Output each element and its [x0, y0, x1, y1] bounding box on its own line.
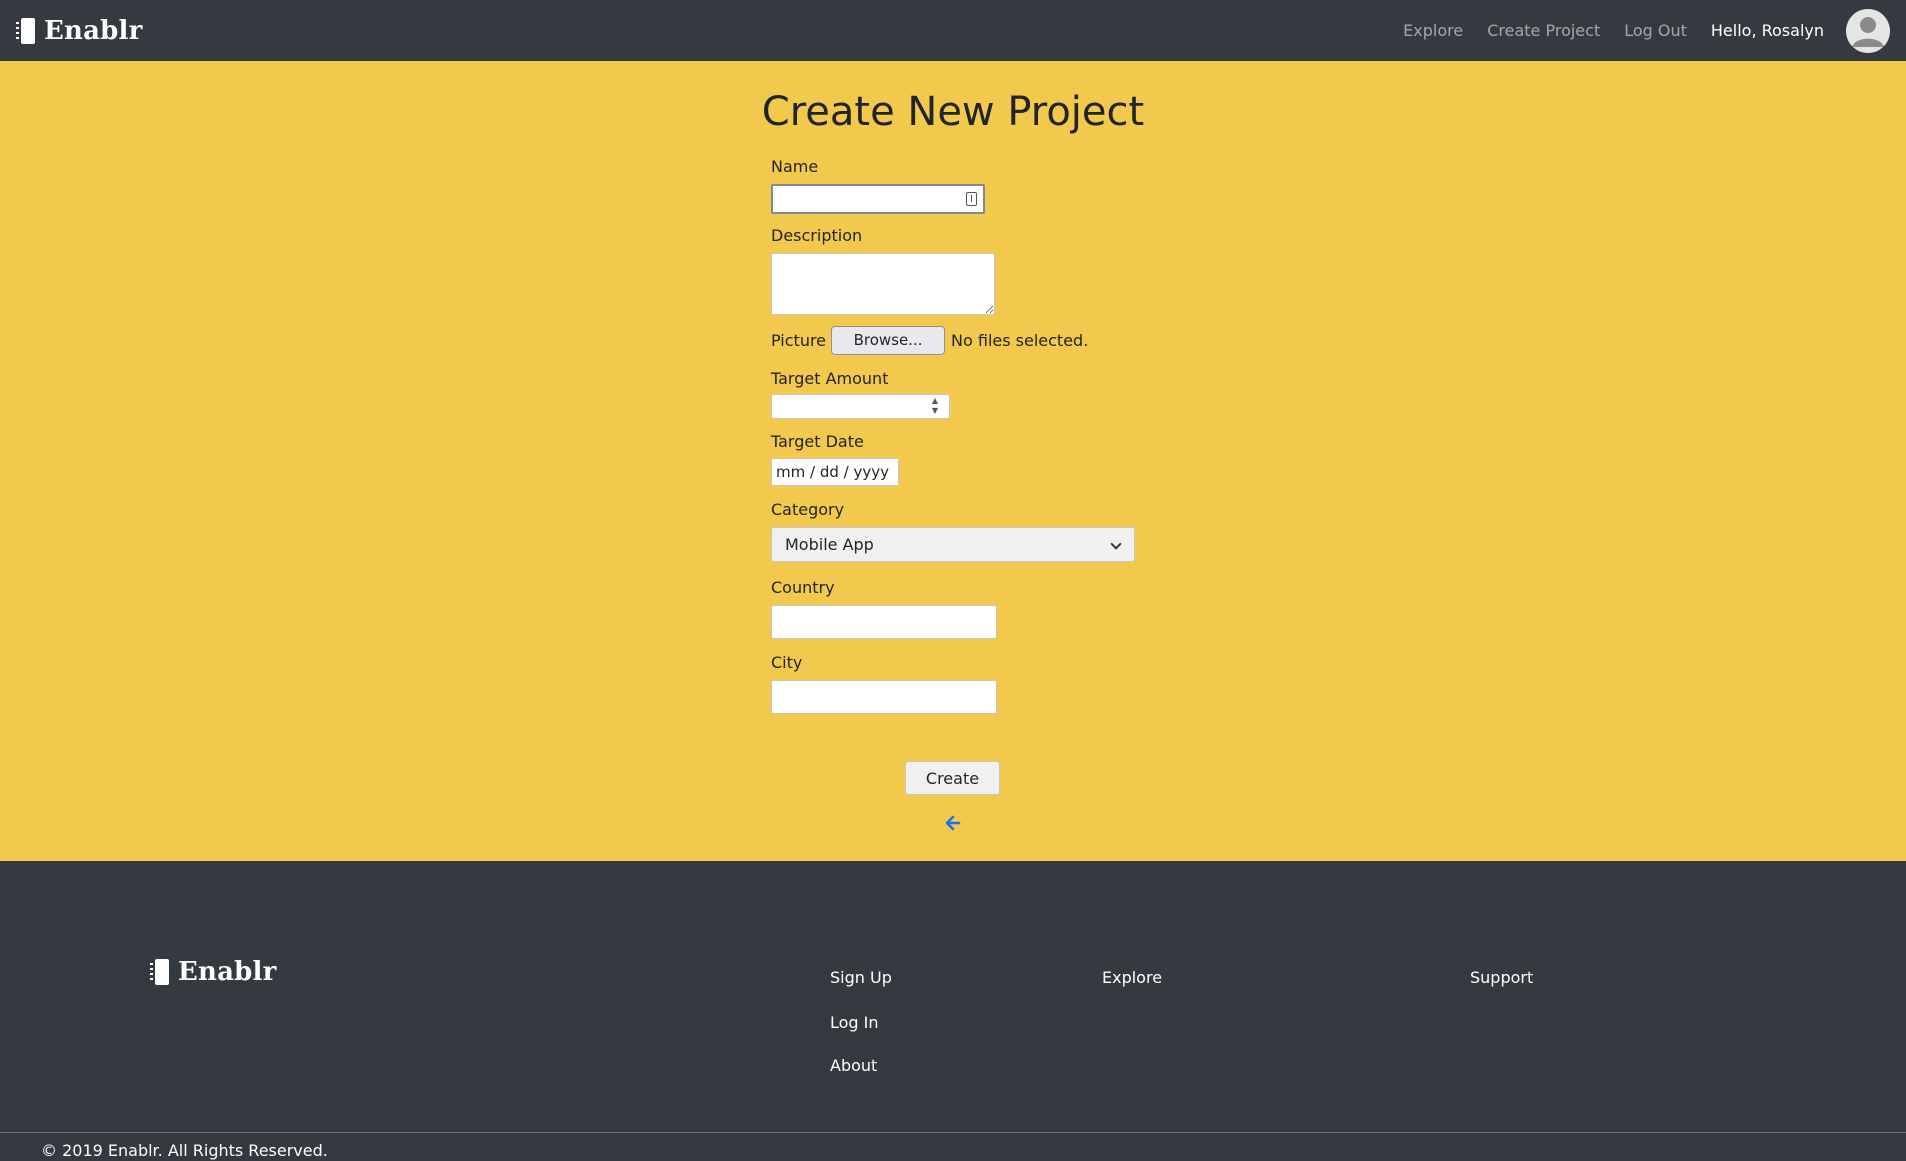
- user-icon: [1846, 8, 1890, 53]
- target-date-input[interactable]: mm / dd / yyyy: [771, 458, 899, 486]
- main-content: Create New Project Name Description Pict…: [0, 61, 1906, 861]
- country-input[interactable]: [771, 605, 997, 639]
- category-selected-value: Mobile App: [785, 535, 874, 554]
- footer-brand-name: Enablr: [178, 957, 277, 987]
- footer-divider: [0, 1132, 1906, 1133]
- brand-name: Enablr: [44, 16, 143, 46]
- picture-label: Picture: [771, 330, 827, 350]
- create-button[interactable]: Create: [905, 761, 1000, 795]
- page-title: Create New Project: [761, 89, 1145, 135]
- target-amount-label: Target Amount: [771, 369, 889, 388]
- nav-links: Explore Create Project Log Out Hello, Ro…: [1403, 0, 1906, 61]
- spin-down-icon[interactable]: ▼: [929, 406, 941, 416]
- country-label: Country: [771, 578, 835, 597]
- phone-chip-icon: [150, 959, 169, 985]
- password-manager-icon[interactable]: [966, 192, 977, 206]
- city-label: City: [771, 653, 803, 672]
- nav-link-explore[interactable]: Explore: [1403, 21, 1463, 40]
- target-date-label: Target Date: [771, 432, 864, 451]
- footer: Enablr Sign Up Log In About Explore Supp…: [0, 861, 1906, 1161]
- no-files-text: No files selected.: [951, 330, 1089, 350]
- name-label: Name: [771, 157, 819, 176]
- spin-up-icon[interactable]: ▲: [929, 396, 941, 406]
- city-input[interactable]: [771, 680, 997, 714]
- avatar[interactable]: [1846, 8, 1890, 53]
- phone-chip-icon: [16, 18, 35, 44]
- footer-brand-logo[interactable]: Enablr: [148, 957, 277, 987]
- user-greeting: Hello, Rosalyn: [1710, 21, 1824, 40]
- nav-link-create-project[interactable]: Create Project: [1487, 21, 1600, 40]
- copyright-text: © 2019 Enablr. All Rights Reserved.: [41, 1141, 328, 1160]
- footer-link-about[interactable]: About: [830, 1056, 877, 1075]
- description-textarea[interactable]: [771, 253, 995, 315]
- footer-link-support[interactable]: Support: [1470, 968, 1533, 987]
- nav-link-log-out[interactable]: Log Out: [1624, 21, 1687, 40]
- target-amount-input[interactable]: ▲ ▼: [771, 394, 950, 419]
- category-select[interactable]: Mobile App: [771, 527, 1135, 562]
- name-field-wrapper: [771, 184, 985, 214]
- browse-button[interactable]: Browse...: [831, 325, 946, 355]
- description-label: Description: [771, 226, 863, 245]
- brand-logo[interactable]: Enablr: [14, 13, 143, 49]
- picture-row: Picture Browse... No files selected.: [771, 325, 1141, 355]
- chevron-down-icon: [1110, 538, 1122, 550]
- category-label: Category: [771, 500, 845, 519]
- footer-link-log-in[interactable]: Log In: [830, 1013, 879, 1032]
- arrow-left-icon[interactable]: [943, 813, 963, 833]
- number-spinner[interactable]: ▲ ▼: [929, 396, 941, 417]
- create-project-form: Name Description Picture Browse... No fi…: [771, 157, 1141, 714]
- footer-link-sign-up[interactable]: Sign Up: [830, 968, 892, 987]
- name-input[interactable]: [771, 184, 985, 214]
- footer-link-explore[interactable]: Explore: [1102, 968, 1162, 987]
- navbar: Enablr Explore Create Project Log Out He…: [0, 0, 1906, 61]
